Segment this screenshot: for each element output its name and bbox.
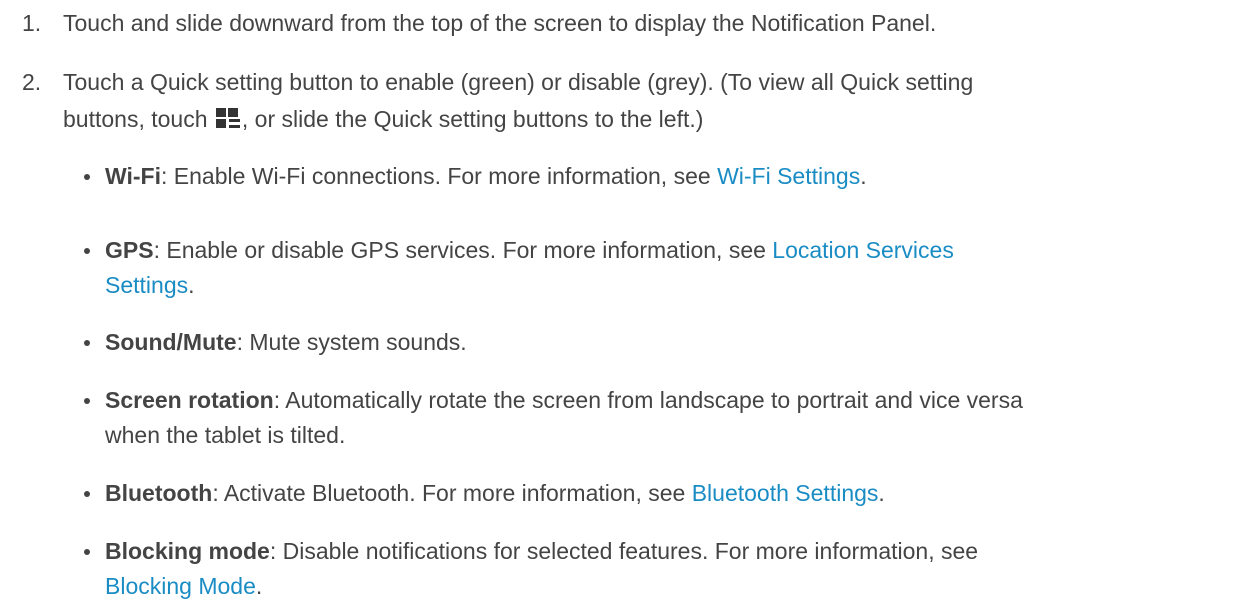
bullet-icon xyxy=(84,340,90,346)
bullet-icon xyxy=(84,398,90,404)
step-2: 2. Touch a Quick setting button to enabl… xyxy=(22,65,973,100)
term-description: : Activate Bluetooth. For more informati… xyxy=(212,480,692,506)
bullet-icon xyxy=(84,174,90,180)
term-label: Sound/Mute xyxy=(105,329,237,355)
term-description: : Mute system sounds. xyxy=(236,329,467,355)
blocking-mode-link[interactable]: Blocking Mode xyxy=(105,573,256,599)
bluetooth-settings-link[interactable]: Bluetooth Settings xyxy=(692,480,879,506)
list-item-gps: GPS: Enable or disable GPS services. For… xyxy=(84,233,1224,303)
term-description: : Automatically rotate the screen from l… xyxy=(273,387,1023,413)
step-number: 1. xyxy=(22,10,42,36)
location-services-settings-link-cont[interactable]: Settings xyxy=(105,272,188,298)
bullet-icon xyxy=(84,491,90,497)
list-item-screen-rotation: Screen rotation: Automatically rotate th… xyxy=(84,383,1224,453)
step-1: 1. Touch and slide downward from the top… xyxy=(22,6,936,41)
term-description-cont: when the tablet is tilted. xyxy=(105,422,346,448)
list-item-blocking-mode: Blocking mode: Disable notifications for… xyxy=(84,534,1224,604)
term-description: : Enable Wi-Fi connections. For more inf… xyxy=(161,163,718,189)
step-text-before-icon: buttons, touch xyxy=(63,106,208,132)
bullet-icon xyxy=(84,248,90,254)
location-services-settings-link[interactable]: Location Services xyxy=(772,237,954,263)
list-item-wifi: Wi-Fi: Enable Wi-Fi connections. For mor… xyxy=(84,159,1224,194)
term-label: Blocking mode xyxy=(105,538,270,564)
term-label: Screen rotation xyxy=(105,387,274,413)
step-number: 2. xyxy=(22,69,42,95)
term-description: : Disable notifications for selected fea… xyxy=(269,538,979,564)
step-text: Touch and slide downward from the top of… xyxy=(63,10,937,36)
list-item-bluetooth: Bluetooth: Activate Bluetooth. For more … xyxy=(84,476,1224,511)
term-label: GPS xyxy=(105,237,154,263)
list-item-sound-mute: Sound/Mute: Mute system sounds. xyxy=(84,325,1224,360)
wifi-settings-link[interactable]: Wi-Fi Settings xyxy=(717,163,860,189)
quick-settings-grid-icon xyxy=(215,108,240,130)
term-label: Bluetooth xyxy=(105,480,213,506)
bullet-icon xyxy=(84,549,90,555)
step-text-line1: Touch a Quick setting button to enable (… xyxy=(63,69,974,95)
step-text-after-icon: , or slide the Quick setting buttons to … xyxy=(241,106,704,132)
term-label: Wi-Fi xyxy=(105,163,161,189)
step-2-line2: buttons, touch , or slide the Quick sett… xyxy=(63,102,703,137)
term-description: : Enable or disable GPS services. For mo… xyxy=(153,237,773,263)
